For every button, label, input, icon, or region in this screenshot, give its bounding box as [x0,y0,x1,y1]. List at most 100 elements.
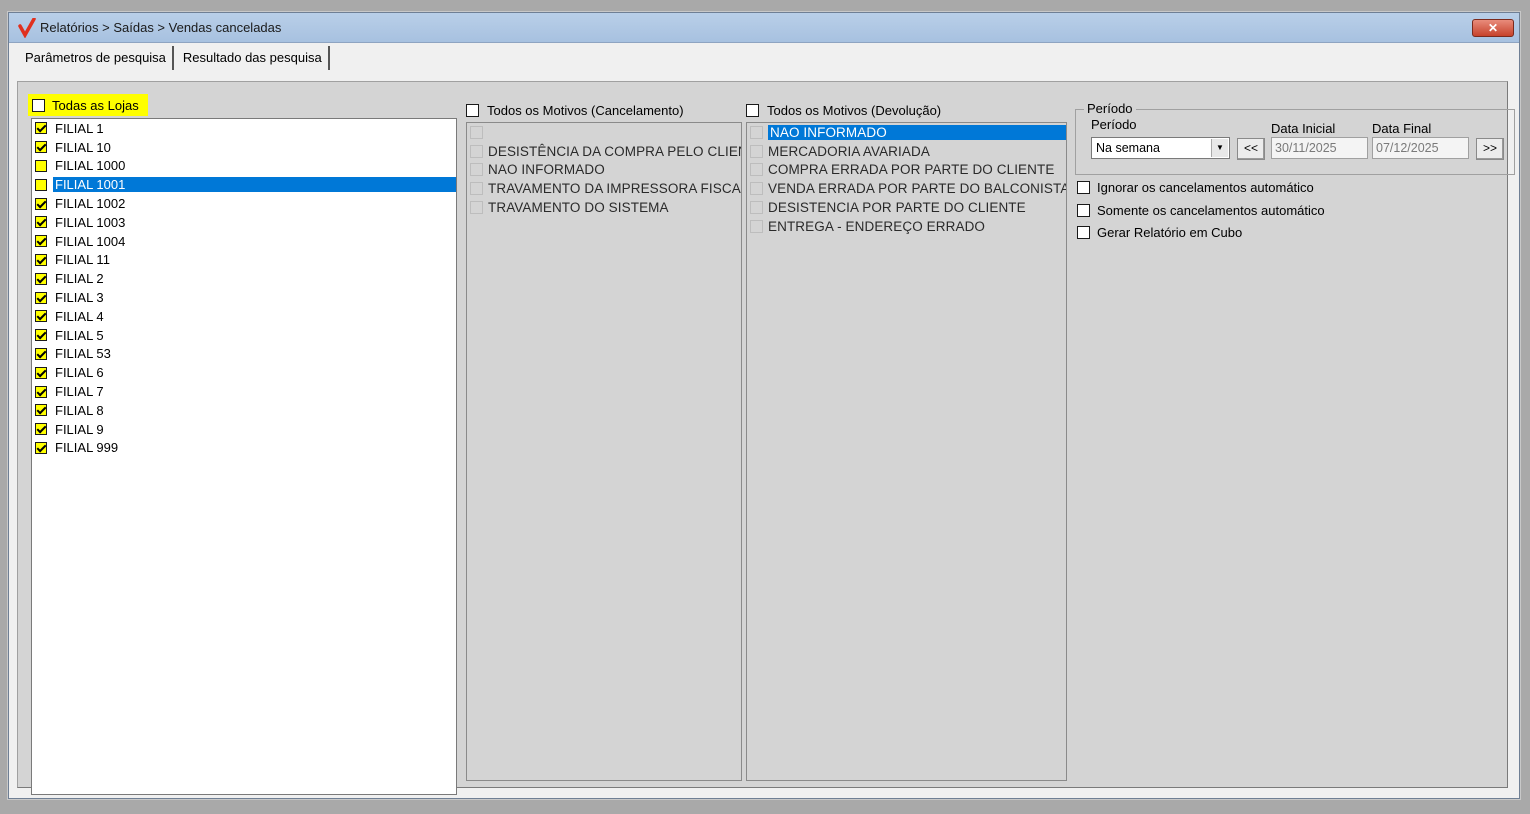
checkbox-icon[interactable] [35,347,47,360]
list-item[interactable]: FILIAL 1002 [32,194,456,213]
all-cancel-reasons-checkbox[interactable]: Todos os Motivos (Cancelamento) [466,100,684,120]
list-item[interactable]: FILIAL 6 [32,363,456,382]
list-item[interactable]: FILIAL 1003 [32,213,456,232]
list-item[interactable]: NAO INFORMADO [747,123,1066,142]
checkbox-icon[interactable] [750,182,763,196]
checkbox-icon[interactable] [35,272,47,285]
end-date-input[interactable]: 07/12/2025 [1372,137,1469,159]
checkbox-icon[interactable] [470,144,483,158]
list-item-label: NAO INFORMADO [768,124,1066,140]
all-cancel-reasons-check-icon [466,103,479,117]
list-item[interactable]: FILIAL 10 [32,138,456,157]
only-auto-check-icon [1077,204,1090,217]
checkbox-icon[interactable] [750,219,763,233]
ignore-auto-label: Ignorar os cancelamentos automático [1097,180,1314,195]
list-item[interactable]: MERCADORIA AVARIADA [747,142,1066,161]
list-item[interactable]: FILIAL 9 [32,420,456,439]
list-item[interactable]: FILIAL 53 [32,345,456,364]
list-item[interactable]: FILIAL 11 [32,251,456,270]
checkbox-icon[interactable] [35,366,47,379]
shop-list[interactable]: FILIAL 1 FILIAL 10 FILIAL 1000 FILIAL 1001 F… [31,118,457,795]
list-item[interactable]: FILIAL 5 [32,326,456,345]
list-item[interactable]: FILIAL 1001 [32,175,456,194]
checkbox-icon[interactable] [35,423,47,436]
checkbox-icon[interactable] [35,122,47,135]
tab-search-results[interactable]: Resultado das pesquisa [174,46,330,70]
list-item[interactable]: DESISTENCIA POR PARTE DO CLIENTE [747,198,1066,217]
list-item-label: FILIAL 8 [55,402,104,418]
all-return-reasons-check-icon [746,103,759,117]
list-item[interactable]: DESISTÊNCIA DA COMPRA PELO CLIEN [467,142,741,161]
previous-period-button[interactable]: << [1237,138,1265,160]
checkbox-icon[interactable] [470,201,483,215]
list-item[interactable]: ENTREGA - ENDEREÇO ERRADO [747,217,1066,236]
start-date-label: Data Inicial [1271,121,1336,136]
list-item[interactable]: VENDA ERRADA POR PARTE DO BALCONISTA [747,179,1066,198]
period-select[interactable]: Na semana ▼ [1091,137,1230,159]
tab-bar: Parâmetros de pesquisa Resultado das pes… [16,46,330,70]
list-item[interactable]: FILIAL 1004 [32,232,456,251]
only-auto-cancellations-checkbox[interactable]: Somente os cancelamentos automático [1077,203,1325,218]
list-item[interactable]: NAO INFORMADO [467,161,741,180]
list-item-label: TRAVAMENTO DA IMPRESSORA FISCAL [488,181,742,197]
checkbox-icon[interactable] [35,253,47,266]
checkbox-icon[interactable] [750,144,763,158]
list-item[interactable]: FILIAL 4 [32,307,456,326]
period-field-label: Período [1091,117,1137,132]
list-item[interactable]: FILIAL 2 [32,269,456,288]
app-logo-icon [18,18,36,38]
end-date-label: Data Final [1372,121,1432,136]
cube-report-checkbox[interactable]: Gerar Relatório em Cubo [1077,225,1242,240]
list-item-label: FILIAL 1002 [55,196,126,212]
checkbox-icon[interactable] [35,216,47,229]
tab-search-parameters[interactable]: Parâmetros de pesquisa [16,46,174,70]
list-item[interactable]: FILIAL 999 [32,439,456,458]
list-item[interactable]: TRAVAMENTO DA IMPRESSORA FISCAL [467,179,741,198]
list-item[interactable]: FILIAL 3 [32,288,456,307]
all-return-reasons-checkbox[interactable]: Todos os Motivos (Devolução) [746,100,941,120]
checkbox-icon[interactable] [35,404,47,417]
ignore-auto-cancellations-checkbox[interactable]: Ignorar os cancelamentos automático [1077,180,1314,195]
checkbox-icon[interactable] [35,329,47,342]
return-reasons-list[interactable]: NAO INFORMADO MERCADORIA AVARIADA COMPRA E… [746,122,1067,781]
cancel-reasons-list[interactable]: DESISTÊNCIA DA COMPRA PELO CLIEN NAO INFO… [466,122,742,781]
checkbox-icon[interactable] [35,385,47,398]
checkbox-icon[interactable] [35,178,47,191]
list-item[interactable]: FILIAL 8 [32,401,456,420]
checkbox-icon[interactable] [35,141,47,154]
close-button[interactable]: ✕ [1472,19,1514,37]
list-item[interactable]: FILIAL 7 [32,382,456,401]
list-item[interactable]: TRAVAMENTO DO SISTEMA [467,198,741,217]
list-item[interactable]: FILIAL 1000 [32,157,456,176]
checkbox-icon[interactable] [470,182,483,196]
list-item-label: FILIAL 1001 [53,177,456,193]
list-item[interactable]: FILIAL 1 [32,119,456,138]
only-auto-label: Somente os cancelamentos automático [1097,203,1325,218]
list-item[interactable]: COMPRA ERRADA POR PARTE DO CLIENTE [747,161,1066,180]
list-item-label: FILIAL 10 [55,139,111,155]
all-shops-checkbox[interactable]: Todas as Lojas [28,94,148,116]
list-item-label: FILIAL 5 [55,327,104,343]
next-period-button[interactable]: >> [1476,138,1504,160]
period-group: Período Período Na semana ▼ << Data Inic… [1075,101,1515,175]
checkbox-icon[interactable] [750,125,763,139]
checkbox-icon[interactable] [35,159,47,172]
checkbox-icon[interactable] [470,163,483,177]
list-item[interactable] [467,123,741,142]
checkbox-icon[interactable] [750,201,763,215]
all-cancel-reasons-label: Todos os Motivos (Cancelamento) [487,102,684,118]
checkbox-icon[interactable] [35,197,47,210]
checkbox-icon[interactable] [470,125,483,139]
list-item-label: FILIAL 999 [55,440,119,456]
checkbox-icon[interactable] [35,441,47,454]
checkbox-icon[interactable] [35,291,47,304]
chevron-down-icon[interactable]: ▼ [1211,139,1228,157]
checkbox-icon[interactable] [35,310,47,323]
window-title: Relatórios > Saídas > Vendas canceladas [40,20,282,35]
list-item-label: FILIAL 2 [55,271,104,287]
checkbox-icon[interactable] [750,163,763,177]
list-item-label: FILIAL 1003 [55,214,126,230]
checkbox-icon[interactable] [35,235,47,248]
list-item-label: FILIAL 53 [55,346,111,362]
start-date-input[interactable]: 30/11/2025 [1271,137,1368,159]
